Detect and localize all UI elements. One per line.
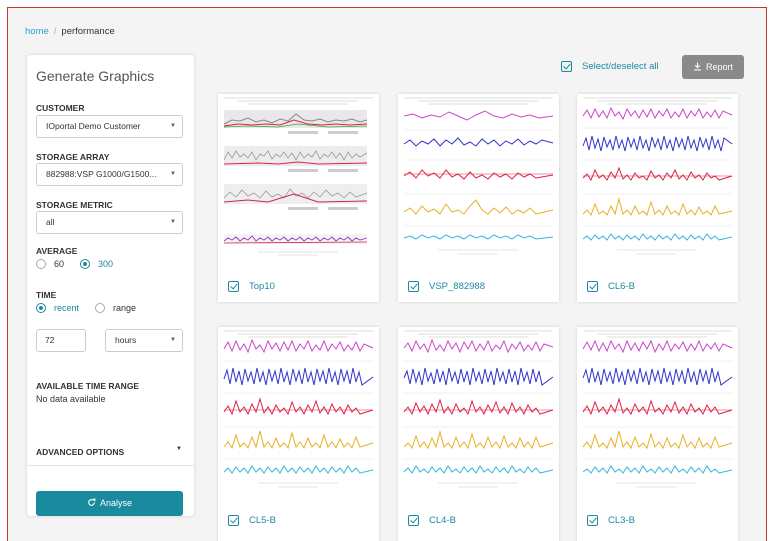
time-unit-value: hours bbox=[115, 335, 137, 345]
time-unit-select[interactable]: hours ▼ bbox=[105, 329, 183, 352]
time-range-radio[interactable] bbox=[95, 303, 106, 313]
card-footer-top10: Top10 bbox=[228, 281, 275, 292]
caret-down-icon: ▼ bbox=[170, 123, 176, 129]
report-button-label: Report bbox=[705, 62, 733, 72]
checkbox-checked-icon[interactable] bbox=[587, 515, 598, 526]
card-label: CL4-B bbox=[429, 515, 456, 526]
customer-select[interactable]: IOportal Demo Customer ▼ bbox=[36, 115, 183, 138]
analyse-button-label: Analyse bbox=[99, 498, 133, 508]
breadcrumb-current: performance bbox=[61, 26, 115, 37]
graph-card-cl4b[interactable]: CL4-B bbox=[398, 327, 559, 541]
storage-metric-select[interactable]: all ▼ bbox=[36, 211, 183, 234]
panel-divider bbox=[27, 465, 194, 466]
checkbox-checked-icon[interactable] bbox=[228, 515, 239, 526]
average-60-radio[interactable] bbox=[36, 259, 46, 269]
graph-thumbnail-cl3b bbox=[577, 327, 738, 492]
available-time-range-label: AVAILABLE TIME RANGE bbox=[36, 381, 140, 391]
available-time-range-value: No data available bbox=[36, 394, 106, 404]
select-all-label: Select/deselect all bbox=[582, 61, 659, 72]
checkbox-checked-icon[interactable] bbox=[228, 281, 239, 292]
generate-graphics-panel: Generate Graphics CUSTOMER IOportal Demo… bbox=[27, 55, 194, 516]
storage-array-label: STORAGE ARRAY bbox=[36, 152, 110, 162]
card-footer-cl5b: CL5-B bbox=[228, 515, 276, 526]
breadcrumb-separator: / bbox=[53, 26, 57, 37]
customer-label: CUSTOMER bbox=[36, 103, 85, 113]
time-range-label: range bbox=[113, 303, 137, 313]
storage-array-select[interactable]: 882988:VSP G1000/G1500... ▼ bbox=[36, 163, 183, 186]
average-300-label: 300 bbox=[98, 259, 114, 269]
graph-thumbnail-cl6b bbox=[577, 94, 738, 259]
card-label: CL6-B bbox=[608, 281, 635, 292]
graph-thumbnail-vsp bbox=[398, 94, 559, 259]
advanced-options-label: ADVANCED OPTIONS bbox=[36, 447, 125, 457]
average-60-label: 60 bbox=[54, 259, 65, 269]
select-all-toggle[interactable]: Select/deselect all bbox=[561, 61, 659, 72]
average-label: AVERAGE bbox=[36, 246, 78, 256]
breadcrumb-home-link[interactable]: home bbox=[25, 26, 49, 37]
card-label: Top10 bbox=[249, 281, 275, 292]
graph-thumbnail-top10 bbox=[218, 94, 379, 259]
card-footer-cl4b: CL4-B bbox=[408, 515, 456, 526]
graph-card-cl6b[interactable]: CL6-B bbox=[577, 94, 738, 302]
top10-panel-4 bbox=[223, 234, 368, 244]
app-frame: home / performance Generate Graphics CUSTO… bbox=[7, 7, 767, 541]
time-recent-radio[interactable] bbox=[36, 303, 46, 313]
checkbox-checked-icon[interactable] bbox=[561, 61, 572, 72]
graph-thumbnail-cl4b bbox=[398, 327, 559, 492]
card-footer-cl3b: CL3-B bbox=[587, 515, 635, 526]
download-icon bbox=[694, 62, 701, 71]
average-radio-group: 60 300 bbox=[36, 259, 129, 269]
report-button[interactable]: Report bbox=[682, 55, 744, 79]
graph-card-cl5b[interactable]: CL5-B bbox=[218, 327, 379, 541]
advanced-options-toggle[interactable]: ADVANCED OPTIONS bbox=[36, 447, 182, 457]
storage-array-value: 882988:VSP G1000/G1500... bbox=[46, 169, 157, 179]
graph-card-vsp[interactable]: VSP_882988 bbox=[398, 94, 559, 302]
caret-down-icon: ▼ bbox=[170, 337, 176, 343]
average-300-radio[interactable] bbox=[80, 259, 91, 269]
graph-card-cl3b[interactable]: CL3-B bbox=[577, 327, 738, 541]
caret-down-icon: ▼ bbox=[176, 446, 182, 452]
graph-card-top10[interactable]: Top10 bbox=[218, 94, 379, 302]
time-recent-label: recent bbox=[54, 303, 80, 313]
caret-down-icon: ▼ bbox=[170, 171, 176, 177]
time-radio-group: recent range bbox=[36, 303, 152, 313]
checkbox-checked-icon[interactable] bbox=[587, 281, 598, 292]
card-label: CL5-B bbox=[249, 515, 276, 526]
storage-metric-value: all bbox=[46, 217, 55, 227]
customer-value: IOportal Demo Customer bbox=[46, 121, 141, 131]
storage-metric-label: STORAGE METRIC bbox=[36, 200, 113, 210]
graph-thumbnail-cl5b bbox=[218, 327, 379, 492]
refresh-icon bbox=[88, 498, 96, 506]
breadcrumb: home / performance bbox=[25, 26, 115, 37]
checkbox-checked-icon[interactable] bbox=[408, 515, 419, 526]
card-footer-vsp: VSP_882988 bbox=[408, 281, 485, 292]
card-label: VSP_882988 bbox=[429, 281, 485, 292]
time-amount-input[interactable]: 72 bbox=[36, 329, 86, 352]
time-label: TIME bbox=[36, 290, 57, 300]
caret-down-icon: ▼ bbox=[170, 219, 176, 225]
card-footer-cl6b: CL6-B bbox=[587, 281, 635, 292]
panel-title: Generate Graphics bbox=[36, 68, 155, 84]
checkbox-checked-icon[interactable] bbox=[408, 281, 419, 292]
card-label: CL3-B bbox=[608, 515, 635, 526]
analyse-button[interactable]: Analyse bbox=[36, 491, 183, 516]
